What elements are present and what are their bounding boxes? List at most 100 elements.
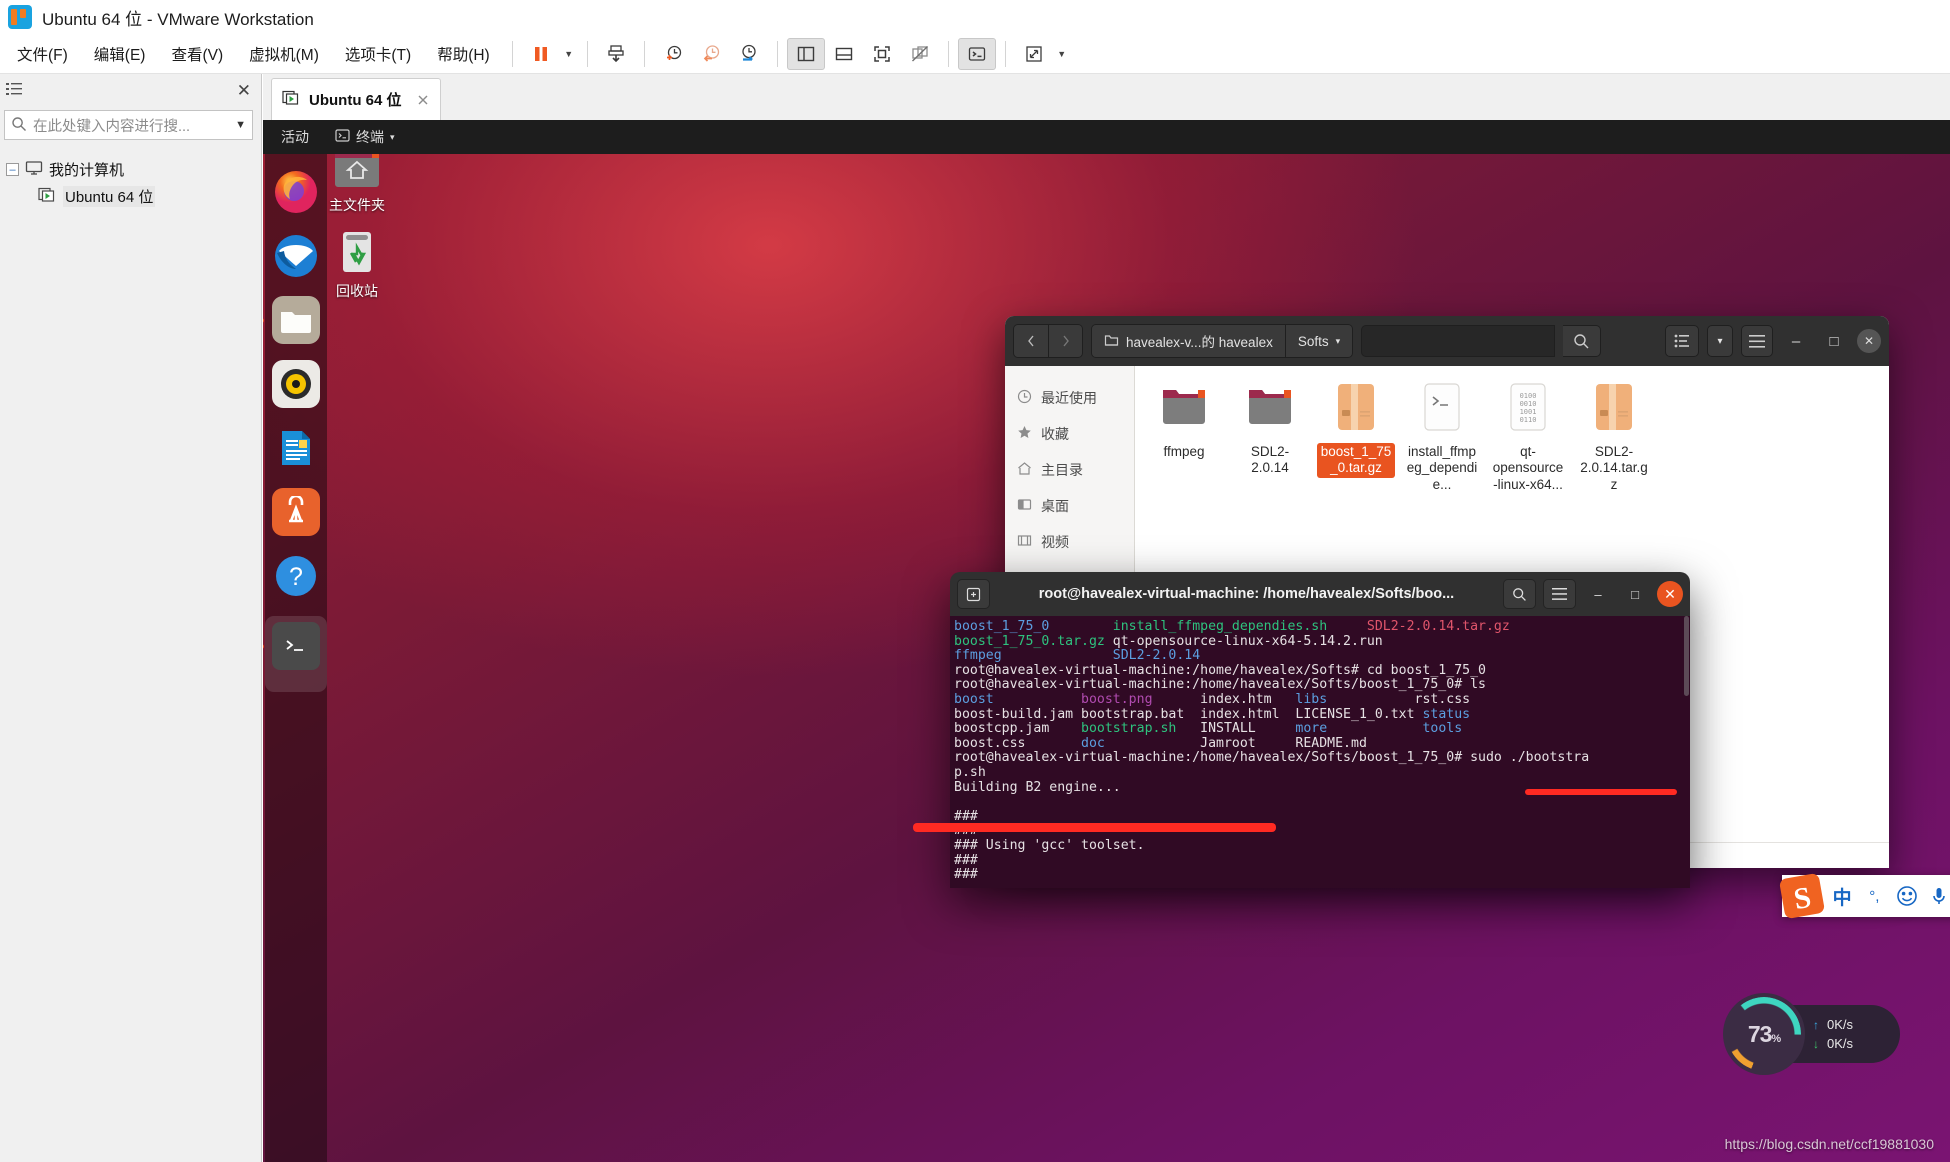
files-menu-button[interactable]: [1741, 325, 1773, 357]
files-view-list-button[interactable]: [1665, 325, 1699, 357]
files-view-caret[interactable]: ▾: [1707, 325, 1733, 357]
snapshot-add-button[interactable]: [654, 38, 692, 70]
show-bottom-panel-button[interactable]: [825, 38, 863, 70]
vm-icon: [38, 187, 57, 207]
tree-item-my-computer[interactable]: – 我的计算机: [0, 156, 261, 183]
cpu-usage-dial: 73%: [1723, 993, 1805, 1075]
terminal-line: p.sh: [954, 766, 1690, 781]
breadcrumb-softs[interactable]: Softs ▾: [1285, 325, 1352, 357]
file-item-sdl2-archive[interactable]: SDL2-2.0.14.tar.gz: [1575, 382, 1653, 494]
sogou-logo-icon[interactable]: S: [1776, 870, 1828, 922]
snapshot-take-button[interactable]: [597, 38, 635, 70]
file-item-qt-installer[interactable]: 0100 0010 1001 0110 qt-opensource-linux-…: [1489, 382, 1567, 494]
terminal-new-tab-button[interactable]: [957, 579, 990, 609]
tree-item-label: 我的计算机: [49, 159, 124, 180]
tree-expander-icon[interactable]: –: [6, 163, 19, 176]
sidebar-item-videos[interactable]: 视频: [1005, 524, 1134, 560]
menu-tabs[interactable]: 选项卡(T): [332, 39, 424, 69]
svg-text:1001: 1001: [1520, 408, 1537, 416]
files-minimize-button[interactable]: –: [1781, 326, 1811, 356]
nav-back-button[interactable]: [1014, 325, 1048, 357]
terminal-close-button[interactable]: ✕: [1657, 581, 1683, 607]
ime-punctuation-mode[interactable]: °,: [1860, 881, 1888, 911]
sidebar-item-label: 视频: [1041, 532, 1069, 552]
terminal-menu-button[interactable]: [1543, 579, 1576, 609]
snapshot-revert-button[interactable]: [692, 38, 730, 70]
terminal-minimize-button[interactable]: –: [1583, 579, 1613, 609]
network-monitor-widget[interactable]: 73% ↑ 0K/s ↓ 0K/s: [1735, 1005, 1900, 1063]
dock-help[interactable]: ?: [265, 552, 327, 600]
sidebar-item-label: 最近使用: [1041, 388, 1097, 408]
menu-file[interactable]: 文件(F): [4, 39, 81, 69]
breadcrumb-label: Softs: [1298, 334, 1329, 349]
library-search-box[interactable]: 在此处键入内容进行搜... ▼: [4, 110, 253, 140]
nav-forward-button[interactable]: [1048, 325, 1082, 357]
file-item-label: boost_1_75_0.tar.gz: [1317, 443, 1395, 478]
chevron-down-icon: ▾: [1336, 336, 1341, 347]
ime-voice-input-icon[interactable]: [1925, 881, 1950, 911]
pause-button[interactable]: [522, 38, 560, 70]
breadcrumb-label: havealex-v...的 havealex: [1126, 331, 1273, 351]
download-rate: 0K/s: [1827, 1036, 1853, 1051]
file-item-ffmpeg[interactable]: ffmpeg: [1145, 382, 1223, 494]
tab-close-icon[interactable]: [416, 93, 430, 107]
dock-libreoffice-writer[interactable]: [265, 424, 327, 472]
snapshot-manager-button[interactable]: [730, 38, 768, 70]
app-menu-terminal[interactable]: 终端 ▾: [335, 127, 395, 147]
terminal-line: boostcpp.jam bootstrap.sh INSTALL more t…: [954, 722, 1690, 737]
sidebar-item-recent[interactable]: 最近使用: [1005, 380, 1134, 416]
library-panel: ✕ 在此处键入内容进行搜... ▼ – 我的计算机 Ubuntu 64 位: [0, 74, 262, 1162]
terminal-search-button[interactable]: [1503, 579, 1536, 609]
activities-button[interactable]: 活动: [281, 127, 309, 147]
unity-mode-button[interactable]: [901, 38, 939, 70]
activities-label: 活动: [281, 127, 309, 147]
terminal-line: root@havealex-virtual-machine:/home/have…: [954, 678, 1690, 693]
pause-dropdown-caret[interactable]: ▼: [560, 38, 578, 70]
menu-help[interactable]: 帮助(H): [424, 39, 503, 69]
stretch-dropdown-caret[interactable]: ▼: [1053, 38, 1071, 70]
dock-files[interactable]: [265, 296, 327, 344]
home-icon: [1017, 461, 1032, 479]
terminal-line: ### Using 'gcc' toolset.: [954, 839, 1690, 854]
tab-ubuntu-64[interactable]: Ubuntu 64 位: [271, 78, 441, 120]
files-search-button[interactable]: [1563, 325, 1601, 357]
star-icon: [1017, 425, 1032, 443]
library-menu-icon[interactable]: [6, 82, 22, 100]
dock-ubuntu-software[interactable]: [265, 488, 327, 536]
show-sidebar-button[interactable]: [787, 38, 825, 70]
dock-firefox[interactable]: [265, 168, 327, 216]
tree-item-ubuntu-vm[interactable]: Ubuntu 64 位: [0, 183, 261, 210]
files-nav-buttons: [1013, 324, 1083, 358]
terminal-scrollbar[interactable]: [1684, 616, 1689, 696]
dock-rhythmbox[interactable]: [265, 360, 327, 408]
menu-edit[interactable]: 编辑(E): [81, 39, 159, 69]
archive-icon: [1330, 382, 1382, 438]
fullscreen-button[interactable]: [863, 38, 901, 70]
sidebar-item-desktop[interactable]: 桌面: [1005, 488, 1134, 524]
file-item-boost-archive[interactable]: boost_1_75_0.tar.gz: [1317, 382, 1395, 494]
files-search-input[interactable]: [1361, 325, 1555, 357]
console-view-button[interactable]: [958, 38, 996, 70]
menu-view[interactable]: 查看(V): [158, 39, 236, 69]
terminal-output[interactable]: boost_1_75_0 install_ffmpeg_dependies.sh…: [950, 616, 1690, 888]
dock-terminal[interactable]: [265, 616, 327, 692]
dock-thunderbird[interactable]: [265, 232, 327, 280]
breadcrumb-home[interactable]: havealex-v...的 havealex: [1092, 325, 1285, 357]
menu-vm[interactable]: 虚拟机(M): [236, 39, 332, 69]
files-close-button[interactable]: ✕: [1857, 329, 1881, 353]
terminal-maximize-button[interactable]: □: [1620, 579, 1650, 609]
ime-chinese-mode[interactable]: 中: [1828, 881, 1856, 911]
libreoffice-writer-icon: [272, 424, 320, 472]
stretch-view-button[interactable]: [1015, 38, 1053, 70]
rhythmbox-icon: [272, 360, 320, 408]
library-search-caret[interactable]: ▼: [235, 119, 246, 131]
sidebar-item-label: 收藏: [1041, 424, 1069, 444]
ime-emoji-icon[interactable]: [1893, 881, 1921, 911]
sidebar-item-starred[interactable]: 收藏: [1005, 416, 1134, 452]
sidebar-item-home[interactable]: 主目录: [1005, 452, 1134, 488]
file-item-install-script[interactable]: install_ffmpeg_dependie...: [1403, 382, 1481, 494]
files-maximize-button[interactable]: □: [1819, 326, 1849, 356]
library-close-icon[interactable]: ✕: [237, 81, 251, 101]
terminal-line: ###: [954, 854, 1690, 869]
file-item-sdl2-folder[interactable]: SDL2-2.0.14: [1231, 382, 1309, 494]
